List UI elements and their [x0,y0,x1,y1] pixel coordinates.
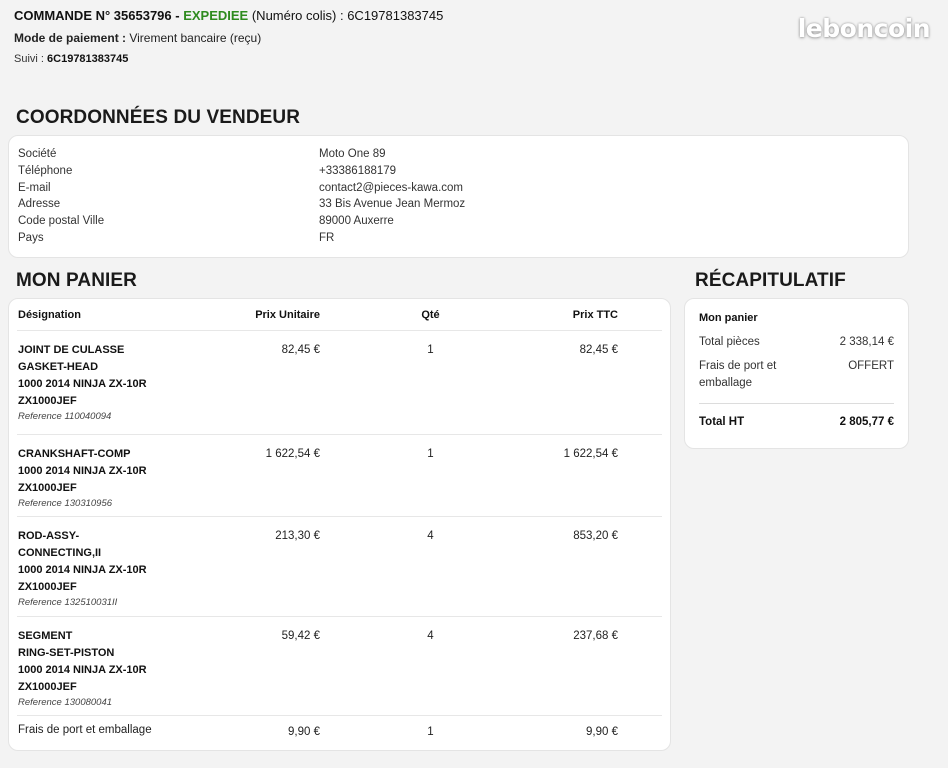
shipping-fee-row: Frais de port et emballage 9,90 € 1 9,90… [17,716,662,750]
item-line: SEGMENT [18,630,73,642]
col-designation: Désignation [18,308,81,321]
seller-value: +33386188179 [319,164,397,177]
tracking-number: 6C19781383745 [47,53,129,65]
recap-shipping-value: OFFERT [848,360,894,372]
item-total: 1 622,54 € [563,448,618,460]
item-unit-price: 82,45 € [281,344,320,356]
item-qty: 4 [427,630,434,642]
recap-total-row: Total HT 2 805,77 € [699,403,894,428]
seller-label: Téléphone [18,164,73,177]
item-line: JOINT DE CULASSE [18,344,125,356]
seller-row: Téléphone +33386188179 [18,165,899,182]
table-row: JOINT DE CULASSE GASKET-HEAD 1000 2014 N… [17,331,662,435]
seller-label: Adresse [18,198,61,211]
item-reference: Reference 130310956 [18,498,113,509]
item-line: CRANKSHAFT-COMP [18,448,131,460]
item-designation: ROD-ASSY- CONNECTING,II 1000 2014 NINJA … [17,517,187,616]
parcel-number: (Numéro colis) : 6C19781383745 [248,8,444,23]
item-line: ZX1000JEF [18,581,77,593]
order-title: COMMANDE N° 35653796 - EXPEDIEE (Numéro … [14,8,443,23]
seller-value: 89000 Auxerre [319,215,394,228]
recap-card: Mon panier Total pièces 2 338,14 € Frais… [684,298,909,449]
recap-parts-label: Total pièces [699,336,760,348]
item-line: CONNECTING,II [18,547,102,559]
seller-label: E-mail [18,181,51,194]
fee-unit-price: 9,90 € [288,726,320,738]
item-designation: JOINT DE CULASSE GASKET-HEAD 1000 2014 N… [17,331,187,434]
item-total: 853,20 € [573,530,618,542]
seller-label: Société [18,148,57,160]
cart-header-row: Désignation Prix Unitaire Qté Prix TTC [17,299,662,331]
seller-row: E-mail contact2@pieces-kawa.com [18,182,899,199]
recap-total-label: Total HT [699,416,745,428]
item-designation: SEGMENT RING-SET-PISTON 1000 2014 NINJA … [17,617,187,715]
item-qty: 4 [427,530,434,542]
item-line: ZX1000JEF [18,395,77,407]
payment-label: Mode de paiement : [14,31,127,45]
payment-method: Mode de paiement : Virement bancaire (re… [14,31,443,45]
item-unit-price: 1 622,54 € [265,448,320,460]
col-unit-price: Prix Unitaire [255,308,320,321]
recap-section-title: RÉCAPITULATIF [695,270,846,291]
item-unit-price: 59,42 € [281,630,320,642]
item-line: 1000 2014 NINJA ZX-10R [18,664,147,676]
item-qty: 1 [427,448,434,460]
seller-row: Pays FR [18,232,899,249]
col-qty: Qté [421,308,440,321]
item-line: GASKET-HEAD [18,361,99,373]
seller-card: Société Moto One 89 Téléphone +33386188179… [8,135,909,258]
item-line: ZX1000JEF [18,681,77,693]
seller-value: FR [319,231,335,244]
item-reference: Reference 110040094 [18,411,112,422]
seller-value: Moto One 89 [319,148,386,160]
item-line: RING-SET-PISTON [18,647,115,659]
seller-value: 33 Bis Avenue Jean Mermoz [319,198,466,211]
order-number: COMMANDE N° 35653796 - [14,8,184,23]
col-total: Prix TTC [572,308,618,321]
recap-parts-row: Total pièces 2 338,14 € [699,334,894,351]
recap-box-title: Mon panier [699,312,758,324]
seller-row: Adresse 33 Bis Avenue Jean Mermoz [18,198,899,215]
item-total: 82,45 € [579,344,618,356]
seller-row: Code postal Ville 89000 Auxerre [18,215,899,232]
tracking-label: Suivi : [14,53,48,65]
recap-parts-value: 2 338,14 € [839,336,894,348]
cart-section-title: MON PANIER [16,270,137,291]
item-line: ROD-ASSY- [18,530,80,542]
item-line: 1000 2014 NINJA ZX-10R [18,465,147,477]
table-row: SEGMENT RING-SET-PISTON 1000 2014 NINJA … [17,617,662,716]
recap-shipping-label: Frais de port et emballage [699,360,777,389]
seller-value: contact2@pieces-kawa.com [319,181,463,194]
seller-row: Société Moto One 89 [18,148,899,165]
seller-section-title: COORDONNÉES DU VENDEUR [16,107,301,128]
recap-shipping-row: Frais de port et emballage OFFERT [699,358,894,392]
seller-label: Code postal Ville [18,215,105,228]
item-line: ZX1000JEF [18,482,77,494]
recap-total-value: 2 805,77 € [839,416,894,428]
order-status: EXPEDIEE [183,8,249,23]
item-line: 1000 2014 NINJA ZX-10R [18,564,147,576]
table-row: ROD-ASSY- CONNECTING,II 1000 2014 NINJA … [17,517,662,617]
item-unit-price: 213,30 € [275,530,320,542]
fee-label: Frais de port et emballage [18,724,152,736]
item-reference: Reference 132510031II [18,597,118,608]
fee-qty: 1 [427,726,434,738]
seller-label: Pays [18,231,44,244]
item-reference: Reference 130080041 [18,697,113,708]
leboncoin-logo: leboncoin [797,14,931,43]
item-designation: CRANKSHAFT-COMP 1000 2014 NINJA ZX-10R Z… [17,435,187,516]
payment-value: Virement bancaire (reçu) [126,31,262,45]
item-total: 237,68 € [573,630,618,642]
table-row: CRANKSHAFT-COMP 1000 2014 NINJA ZX-10R Z… [17,435,662,517]
item-line: 1000 2014 NINJA ZX-10R [18,378,147,390]
item-qty: 1 [427,344,434,356]
order-header: COMMANDE N° 35653796 - EXPEDIEE (Numéro … [14,8,443,65]
cart-table: Désignation Prix Unitaire Qté Prix TTC J… [8,298,671,751]
tracking: Suivi : 6C19781383745 [14,53,443,65]
fee-total: 9,90 € [586,726,618,738]
